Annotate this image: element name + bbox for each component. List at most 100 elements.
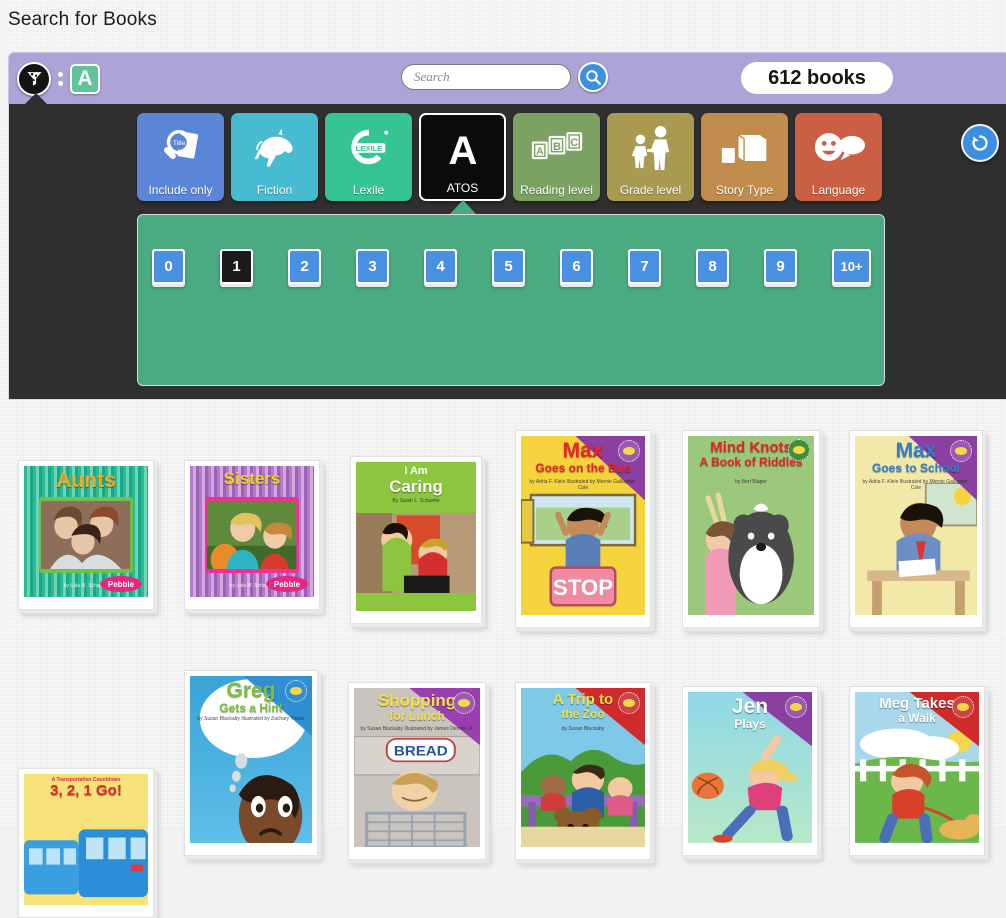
book-card[interactable]: STOP Max Goes on the Bus by Adria F. Klein… xyxy=(515,430,651,628)
category-tab-label: ATOS xyxy=(446,181,479,195)
atos-level-button-9[interactable]: 9 xyxy=(764,249,797,284)
book-byline: by Adria F. Klein Illustrated by Mernie … xyxy=(862,478,970,491)
atos-level-button-4[interactable]: 4 xyxy=(424,249,457,284)
panel-notch xyxy=(25,93,47,104)
atos-level-panel: 0 1 2 3 4 5 6 7 8 9 10+ xyxy=(137,214,885,386)
book-cover-art: A Trip to the Zoo by Susan Blackaby xyxy=(521,688,645,847)
book-title-block: I Am Caring xyxy=(356,465,476,496)
book-subtitle: Gets a Hint xyxy=(219,701,283,716)
atos-level-button-6[interactable]: 6 xyxy=(560,249,593,284)
svg-text:Title: Title xyxy=(172,140,185,147)
book-cover-art: Max Goes to School by Adria F. Klein Illus… xyxy=(855,436,977,615)
book-cover-art: BREAD Shopping for Lunch by Susan Blackaby… xyxy=(354,688,480,847)
category-tab-include-only[interactable]: Title Include only xyxy=(137,113,224,201)
category-tab-reading-level[interactable]: A B C Reading level xyxy=(513,113,600,201)
letter-a-icon: A xyxy=(421,115,504,181)
book-card[interactable]: Greg Gets a Hint by Susan Blackaby Illustr… xyxy=(184,670,318,856)
book-subtitle: Goes on the Bus xyxy=(535,461,631,476)
magnifier-over-books-icon: Title xyxy=(137,113,224,183)
book-subtitle: Plays xyxy=(734,717,766,732)
category-tab-label: Grade level xyxy=(619,183,682,197)
atos-level-button-1[interactable]: 1 xyxy=(220,249,253,284)
atos-level-button-7[interactable]: 7 xyxy=(628,249,661,284)
book-cover-art: A Transportation Countdown 3, 2, 1 Go! xyxy=(24,774,148,905)
book-subtitle: I Am xyxy=(404,465,428,477)
svg-text:BREAD: BREAD xyxy=(394,744,448,759)
category-tab-row: Title Include only Fiction LEXILE Lexile A ATO… xyxy=(137,113,882,214)
book-card[interactable]: Pebble Sisters by Lola M. Schaefer xyxy=(184,460,320,610)
book-byline: by Susan Blackaby xyxy=(561,726,605,733)
book-cover-art: Jen Plays xyxy=(688,692,812,843)
category-tab-story-type[interactable]: Story Type xyxy=(701,113,788,201)
book-title: Caring xyxy=(389,476,443,496)
active-filter-chip[interactable]: A xyxy=(17,61,100,96)
book-cover-art: Mind Knots A Book of Riddles by Bert Blage… xyxy=(688,436,814,615)
book-card[interactable]: Pebble Aunts by Lola M. Schaefer xyxy=(18,460,154,610)
category-tab-label: Lexile xyxy=(352,183,385,197)
book-count-badge: 612 books xyxy=(741,62,893,94)
book-cover-art: STOP Max Goes on the Bus by Adria F. Klein… xyxy=(521,436,645,615)
category-tab-grade-level[interactable]: Grade level xyxy=(607,113,694,201)
atos-level-button-5[interactable]: 5 xyxy=(492,249,525,284)
book-cover-art: Greg Gets a Hint by Susan Blackaby Illustr… xyxy=(190,676,312,843)
atos-level-button-10plus[interactable]: 10+ xyxy=(832,249,871,284)
category-tab-language[interactable]: Language xyxy=(795,113,882,201)
imprint-badge: Pebble xyxy=(100,576,142,592)
book-title-block: Sisters xyxy=(190,470,314,488)
search-button[interactable] xyxy=(578,62,608,92)
filter-funnel-icon[interactable] xyxy=(17,61,51,96)
category-tab-label: Fiction xyxy=(256,183,293,197)
book-byline: By Sarah L. Schuette xyxy=(392,497,440,504)
filter-panel: Title Include only Fiction LEXILE Lexile A ATO… xyxy=(8,93,1006,400)
reset-filters-button[interactable] xyxy=(961,124,999,162)
svg-text:LEXILE: LEXILE xyxy=(355,144,382,153)
book-card[interactable]: Meg Takes a Walk xyxy=(849,686,985,856)
book-title-block: Aunts xyxy=(24,469,148,492)
book-title-block: A Transportation Countdown 3, 2, 1 Go! xyxy=(24,777,148,799)
book-byline: by Adria F. Klein Illustrated by Mernie … xyxy=(529,478,637,491)
category-tab-label: Language xyxy=(811,183,866,197)
atos-level-button-8[interactable]: 8 xyxy=(696,249,729,284)
book-card[interactable]: A Transportation Countdown 3, 2, 1 Go! xyxy=(18,768,154,918)
book-title: Aunts xyxy=(56,469,116,492)
book-cover-art: I Am Caring By Sarah L. Schuette xyxy=(356,462,476,611)
page-title: Search for Books xyxy=(8,9,157,30)
svg-text:A: A xyxy=(448,129,477,170)
category-tab-fiction[interactable]: Fiction xyxy=(231,113,318,201)
active-filter-letter-badge[interactable]: A xyxy=(70,63,100,94)
atos-level-button-3[interactable]: 3 xyxy=(356,249,389,284)
svg-text:B: B xyxy=(552,141,560,153)
category-tab-label: Include only xyxy=(148,183,213,197)
category-tab-label: Reading level xyxy=(520,183,593,197)
svg-text:A: A xyxy=(536,147,544,158)
book-byline: by Susan Blackaby Illustrated by Zachary… xyxy=(197,716,305,723)
book-byline: by Susan Blackaby Illustrated by James D… xyxy=(360,726,474,733)
book-results-grid: Pebble Aunts by Lola M. Schaefer Pebble Sis… xyxy=(0,404,1006,918)
category-tab-label: Story Type xyxy=(715,183,774,197)
atos-level-button-0[interactable]: 0 xyxy=(152,249,185,284)
chip-separator xyxy=(58,71,63,86)
imprint-badge: Pebble xyxy=(266,576,308,592)
abc-blocks-icon: ABC xyxy=(513,113,600,183)
atos-level-button-2[interactable]: 2 xyxy=(288,249,321,284)
book-card[interactable]: A Trip to the Zoo by Susan Blackaby xyxy=(515,682,651,860)
lexile-logo-icon: LEXILE xyxy=(325,113,412,183)
selected-category-pointer xyxy=(449,200,476,214)
search-input[interactable] xyxy=(401,64,571,90)
book-byline: by Bert Blager xyxy=(735,478,767,485)
book-card[interactable]: BREAD Shopping for Lunch by Susan Blackaby… xyxy=(348,682,486,860)
svg-text:STOP: STOP xyxy=(553,575,613,600)
book-cover-art: Pebble Aunts by Lola M. Schaefer xyxy=(24,466,148,597)
smiley-speech-bubble-icon xyxy=(795,113,882,183)
book-card[interactable]: Jen Plays xyxy=(682,686,818,856)
book-cover-art: Pebble Sisters by Lola M. Schaefer xyxy=(190,466,314,597)
book-card[interactable]: I Am Caring By Sarah L. Schuette xyxy=(350,456,482,624)
book-subtitle: Goes to School xyxy=(871,461,960,476)
category-tab-lexile[interactable]: LEXILE Lexile xyxy=(325,113,412,201)
book-card[interactable]: Max Goes to School by Adria F. Klein Illus… xyxy=(849,430,983,628)
category-tab-atos[interactable]: A ATOS xyxy=(419,113,506,214)
book-card[interactable]: Mind Knots A Book of Riddles by Bert Blage… xyxy=(682,430,820,628)
book-title: Sisters xyxy=(223,469,281,488)
unicorn-icon xyxy=(231,113,318,183)
two-people-icon xyxy=(607,113,694,183)
